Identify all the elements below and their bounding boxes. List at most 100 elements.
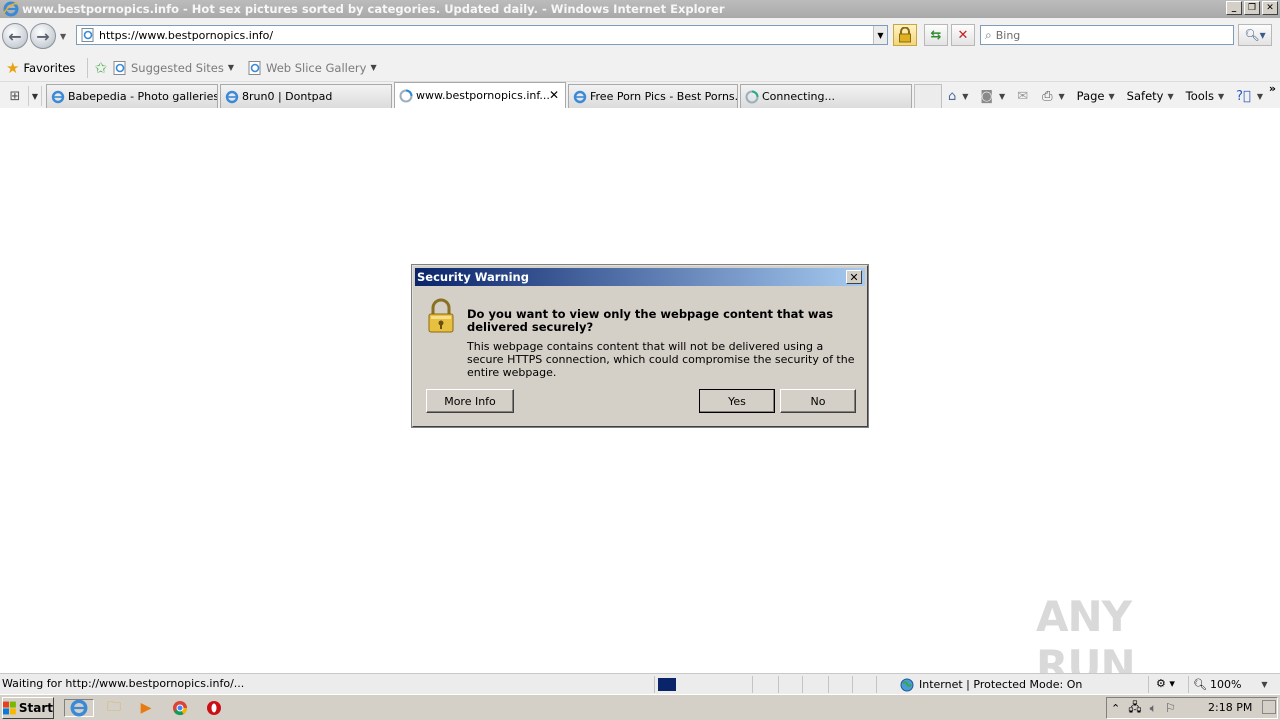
suggested-sites-button[interactable]: Suggested Sites ▼ (113, 60, 235, 75)
dialog-question: Do you want to view only the webpage con… (467, 307, 834, 334)
restore-button[interactable]: ❐ (1244, 1, 1260, 15)
tab-bestpornopics[interactable]: www.bestpornopics.inf... ✕ (394, 82, 566, 108)
tab-babepedia[interactable]: Babepedia - Photo galleries ... (46, 84, 218, 108)
feeds-button[interactable]: ◙ ▼ (980, 89, 1005, 104)
status-divider (778, 676, 779, 693)
taskbar-clock[interactable]: 2:18 PM (1208, 701, 1252, 714)
address-bar-row: ← → ▼ https://www.bestpornopics.info/ ▼ … (0, 18, 1280, 54)
address-dropdown-icon[interactable]: ▼ (873, 26, 887, 44)
loading-spinner-icon (745, 90, 759, 103)
dialog-close-button[interactable]: ✕ (846, 270, 862, 284)
tab-label: Free Porn Pics - Best Porns... (590, 90, 737, 103)
taskbar-internet-explorer[interactable] (64, 699, 94, 717)
yes-button[interactable]: Yes (699, 389, 775, 413)
volume-icon[interactable]: 🔈︎ (1150, 701, 1157, 716)
page-menu-label: Page (1076, 89, 1105, 103)
forward-button[interactable]: → (30, 23, 56, 49)
web-slice-icon (248, 60, 261, 75)
help-button[interactable]: ?⃝ ▼ (1236, 89, 1263, 104)
ie-page-icon (225, 90, 239, 103)
search-provider-icon: ⌕ (985, 27, 992, 42)
close-button[interactable]: ✕ (1262, 1, 1278, 15)
start-button[interactable]: Start (2, 697, 54, 719)
safety-menu-label: Safety (1126, 89, 1164, 103)
tools-menu-label: Tools (1185, 89, 1214, 103)
toolbar-overflow-chevron-icon[interactable]: » (1269, 82, 1276, 95)
command-bar: ⌂ ▼ ◙ ▼ ✉ ⎙ ▼ Page ▼ Safety ▼ Tools ▼ ?⃝ ▼ (948, 86, 1271, 106)
tab-label: Babepedia - Photo galleries ... (68, 90, 217, 103)
search-button[interactable]: 🔍︎▾ (1238, 24, 1272, 46)
action-center-flag-icon[interactable]: ⚐ (1165, 701, 1176, 715)
security-report-button[interactable] (893, 24, 917, 46)
padlock-icon (899, 27, 911, 43)
more-info-button[interactable]: More Info (426, 389, 514, 413)
internet-explorer-icon (3, 1, 19, 17)
windows-taskbar: Start 🗀 ▶ ⌃ 🖧 🔈︎ ⚐ 2:18 PM (0, 694, 1280, 720)
read-mail-button[interactable]: ✉ (1017, 89, 1030, 104)
status-divider (1188, 676, 1189, 693)
media-player-icon: ▶ (140, 700, 152, 716)
url-text[interactable]: https://www.bestpornopics.info/ (99, 29, 273, 42)
back-button[interactable]: ← (2, 23, 28, 49)
zoom-dropdown-icon: ▼ (1261, 680, 1268, 689)
tab-label: Connecting... (762, 90, 835, 103)
dialog-title-bar: Security Warning ✕ (415, 268, 865, 286)
tools-menu[interactable]: Tools ▼ (1186, 89, 1225, 103)
tab-connecting[interactable]: Connecting... (740, 84, 912, 108)
suggested-sites-dropdown-icon: ▼ (227, 63, 235, 72)
tab-free-porn-pics[interactable]: Free Porn Pics - Best Porns... (568, 84, 738, 108)
ie-page-icon (51, 90, 65, 103)
new-tab-button[interactable] (914, 84, 942, 108)
security-zone[interactable]: Internet | Protected Mode: On (900, 676, 1082, 693)
taskbar-media-player[interactable]: ▶ (136, 699, 156, 717)
taskbar-opera[interactable] (204, 699, 224, 717)
stop-button[interactable]: ✕ (951, 24, 975, 46)
security-zone-label: Internet | Protected Mode: On (919, 678, 1083, 691)
close-tab-icon[interactable]: ✕ (549, 88, 559, 102)
refresh-button[interactable]: ⇆ (924, 24, 948, 46)
search-input[interactable]: ⌕ Bing (980, 25, 1234, 45)
page-menu[interactable]: Page ▼ (1077, 89, 1115, 103)
show-desktop-button[interactable] (1262, 700, 1276, 714)
favorites-button[interactable]: ★ Favorites (6, 59, 75, 77)
home-button[interactable]: ⌂ ▼ (948, 89, 968, 104)
address-input[interactable]: https://www.bestpornopics.info/ ▼ (76, 25, 888, 45)
internet-globe-icon (900, 678, 914, 691)
no-button[interactable]: No (780, 389, 856, 413)
tab-label: www.bestpornopics.inf... (416, 89, 550, 102)
protected-mode-settings-icon[interactable]: ⚙ ▾ (1156, 677, 1175, 690)
quick-tabs-button[interactable]: ⊞ (4, 86, 26, 106)
taskbar-chrome[interactable] (170, 699, 190, 717)
web-slice-dropdown-icon: ▼ (370, 63, 377, 72)
page-dropdown-icon: ▼ (1108, 91, 1115, 101)
status-divider (752, 676, 753, 693)
zoom-icon: 🔍︎ (1193, 678, 1207, 691)
tab-dontpad[interactable]: 8run0 | Dontpad (220, 84, 392, 108)
zoom-control[interactable]: 🔍︎ 100% ▼ (1193, 676, 1268, 693)
back-arrow-icon: ← (8, 26, 22, 46)
home-icon: ⌂ (948, 88, 957, 104)
tab-label: 8run0 | Dontpad (242, 90, 333, 103)
recent-pages-dropdown-icon[interactable]: ▼ (60, 32, 66, 41)
favorites-separator (87, 57, 89, 78)
print-button[interactable]: ⎙ ▼ (1042, 89, 1065, 104)
show-hidden-icons-icon[interactable]: ⌃ (1111, 702, 1120, 715)
search-placeholder[interactable]: Bing (996, 29, 1021, 42)
status-divider (852, 676, 853, 693)
add-favorite-icon: ✩ (94, 58, 107, 77)
taskbar-explorer[interactable]: 🗀 (104, 699, 124, 717)
tab-bar: ⊞ ▼ Babepedia - Photo galleries ... 8run… (0, 82, 1280, 108)
page-ie-icon (81, 28, 94, 42)
forward-arrow-icon: → (36, 26, 50, 46)
minimize-button[interactable]: _ (1226, 1, 1242, 15)
status-divider (876, 676, 877, 693)
folder-icon: 🗀 (107, 699, 121, 715)
add-to-favorites-bar-button[interactable]: ✩ (94, 59, 107, 77)
network-icon[interactable]: 🖧 (1128, 698, 1141, 719)
web-slice-gallery-button[interactable]: Web Slice Gallery ▼ (248, 60, 377, 75)
ie-page-icon (573, 90, 587, 103)
safety-dropdown-icon: ▼ (1167, 91, 1174, 101)
tab-list-dropdown-icon[interactable]: ▼ (28, 86, 42, 106)
quick-tabs-icon: ⊞ (9, 88, 21, 104)
safety-menu[interactable]: Safety ▼ (1127, 89, 1174, 103)
